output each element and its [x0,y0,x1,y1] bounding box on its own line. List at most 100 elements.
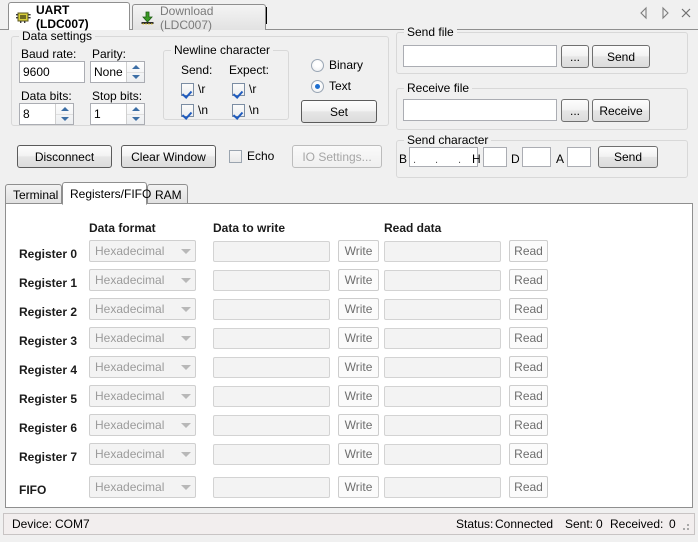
newline-send-lf-label: \n [198,103,209,117]
tab-terminal[interactable]: Terminal [5,184,62,204]
write-input-register-4[interactable] [213,357,330,378]
newline-send-cr-checkbox[interactable] [181,83,194,96]
set-button[interactable]: Set [301,100,377,123]
write-input-register-1[interactable] [213,270,330,291]
format-value-fifo: Hexadecimal [95,480,165,494]
header-data-to-write: Data to write [213,221,286,235]
newline-expect-cr-checkbox[interactable] [232,83,245,96]
format-select-register-2[interactable]: Hexadecimal [89,298,196,320]
format-select-register-6[interactable]: Hexadecimal [89,414,196,436]
top-tab-download[interactable]: Download (LDC007) [132,4,266,32]
stop-bits-spin-up[interactable] [127,104,144,114]
parity-spin-up[interactable] [127,62,144,72]
write-button-register-1[interactable]: Write [338,269,379,291]
mode-text-radio[interactable] [311,80,324,93]
data-bits-value: 8 [23,107,30,121]
write-button-register-2[interactable]: Write [338,298,379,320]
data-bits-spinner[interactable]: 8 [19,103,74,125]
write-input-register-5[interactable] [213,386,330,407]
read-button-register-7[interactable]: Read [509,443,548,465]
tab-ram-label: RAM [155,187,182,202]
status-device-label: Device: [12,517,53,531]
write-button-register-3[interactable]: Write [338,327,379,349]
read-button-register-0[interactable]: Read [509,240,548,262]
read-button-register-3[interactable]: Read [509,327,548,349]
close-icon[interactable] [680,6,692,20]
newline-expect-label: Expect: [229,63,270,77]
receive-file-path-input[interactable] [403,99,557,121]
write-button-register-6[interactable]: Write [338,414,379,436]
send-file-browse-button[interactable]: ... [561,45,589,68]
disconnect-button[interactable]: Disconnect [17,145,112,168]
row-label-register-3: Register 3 [19,334,78,348]
stop-bits-spinner[interactable]: 1 [90,103,145,125]
parity-spinner[interactable]: None [90,61,145,83]
clear-window-button[interactable]: Clear Window [121,145,216,168]
read-button-register-6[interactable]: Read [509,414,548,436]
chevron-down-icon [177,357,195,377]
window-bottom-edge [0,536,698,542]
write-input-register-2[interactable] [213,299,330,320]
io-settings-button[interactable]: IO Settings... [292,145,382,168]
write-input-register-3[interactable] [213,328,330,349]
format-select-register-0[interactable]: Hexadecimal [89,240,196,262]
tab-registers-fifo[interactable]: Registers/FIFO [62,182,151,205]
row-label-register-7: Register 7 [19,450,78,464]
send-character-send-button[interactable]: Send [598,146,658,168]
send-char-binary-input[interactable]: . . . [409,147,478,167]
resize-grip-icon[interactable] [679,520,691,532]
write-input-fifo[interactable] [213,477,330,498]
send-char-dec-label: D [511,152,520,166]
newline-expect-lf-checkbox[interactable] [232,104,245,117]
send-file-send-button[interactable]: Send [592,45,650,68]
parity-spinner-buttons[interactable] [126,62,144,82]
format-select-register-4[interactable]: Hexadecimal [89,356,196,378]
mode-binary-radio[interactable] [311,59,324,72]
receive-file-browse-button[interactable]: ... [561,99,589,122]
baud-rate-input[interactable] [19,61,85,83]
nav-next-icon[interactable] [659,6,671,20]
read-button-register-4[interactable]: Read [509,356,548,378]
write-input-register-0[interactable] [213,241,330,262]
uart-tool-window: UART (LDC007) Download (LDC007) Data set… [0,0,698,542]
send-char-dec-input[interactable] [522,147,551,167]
stop-bits-value: 1 [94,107,101,121]
chevron-down-icon [177,444,195,464]
write-button-register-0[interactable]: Write [338,240,379,262]
newline-send-lf-checkbox[interactable] [181,104,194,117]
parity-spin-down[interactable] [127,71,144,83]
stop-bits-spinner-buttons[interactable] [126,104,144,124]
read-button-register-2[interactable]: Read [509,298,548,320]
send-char-ascii-input[interactable] [567,147,591,167]
read-button-register-5[interactable]: Read [509,385,548,407]
format-select-register-3[interactable]: Hexadecimal [89,327,196,349]
write-button-fifo[interactable]: Write [338,476,379,498]
format-select-register-1[interactable]: Hexadecimal [89,269,196,291]
write-input-register-6[interactable] [213,415,330,436]
window-controls [638,6,692,20]
nav-prev-icon[interactable] [638,6,650,20]
read-button-register-1[interactable]: Read [509,269,548,291]
data-bits-spin-up[interactable] [56,104,73,114]
tab-ram[interactable]: RAM [147,184,188,204]
data-bits-spinner-buttons[interactable] [55,104,73,124]
write-button-register-7[interactable]: Write [338,443,379,465]
header-data-format: Data format [89,221,156,235]
data-settings-title: Data settings [19,29,96,43]
write-button-register-4[interactable]: Write [338,356,379,378]
format-select-register-5[interactable]: Hexadecimal [89,385,196,407]
stop-bits-spin-down[interactable] [127,113,144,125]
header-read-data: Read data [384,221,442,235]
top-tab-uart[interactable]: UART (LDC007) [8,2,130,31]
send-char-hex-input[interactable] [483,147,507,167]
send-file-path-input[interactable] [403,45,557,67]
format-select-register-7[interactable]: Hexadecimal [89,443,196,465]
echo-checkbox[interactable] [229,150,242,163]
receive-file-receive-button[interactable]: Receive [592,99,650,122]
data-bits-spin-down[interactable] [56,113,73,125]
read-button-fifo[interactable]: Read [509,476,548,498]
newline-send-label: Send: [181,63,213,77]
write-input-register-7[interactable] [213,444,330,465]
format-select-fifo[interactable]: Hexadecimal [89,476,196,498]
write-button-register-5[interactable]: Write [338,385,379,407]
